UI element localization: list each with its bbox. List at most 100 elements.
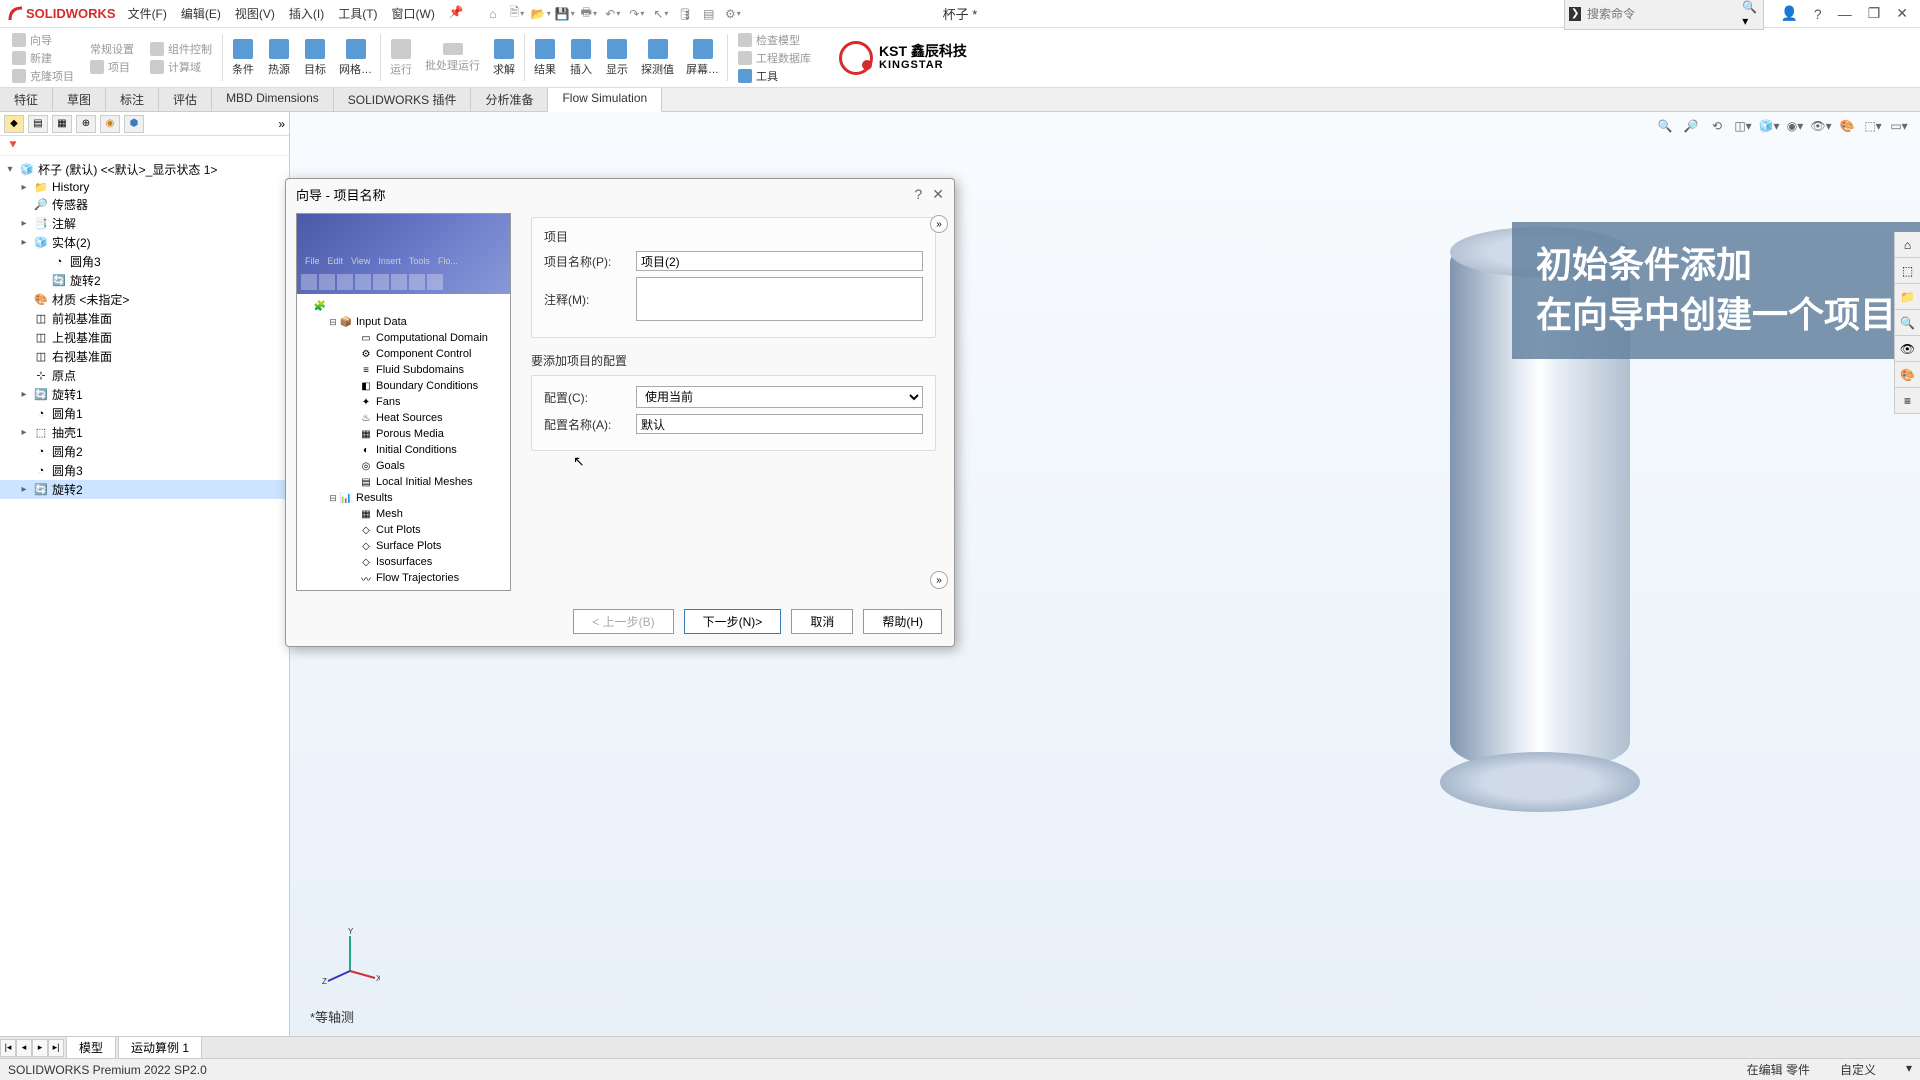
menu-tools[interactable]: 工具(T) — [338, 5, 377, 22]
menu-insert[interactable]: 插入(I) — [289, 5, 324, 22]
undo-icon[interactable]: ↶▾ — [604, 5, 622, 23]
comment-input[interactable] — [636, 277, 923, 321]
insert-button[interactable]: 插入 — [563, 30, 599, 85]
status-custom[interactable]: 自定义 — [1840, 1061, 1876, 1078]
tree-node[interactable]: ◔圆角1 — [0, 404, 289, 423]
heat-source-button[interactable]: 热源 — [261, 30, 297, 85]
tab-motion-study[interactable]: 运动算例 1 — [118, 1036, 202, 1059]
taskpane-resources-icon[interactable]: ⬚ — [1895, 258, 1920, 284]
tree-node[interactable]: ▸🧊实体(2) — [0, 233, 289, 252]
wizard-tree-node[interactable]: ✦Fans — [299, 394, 508, 410]
tree-node[interactable]: ◔圆角2 — [0, 442, 289, 461]
search-icon[interactable]: 🔍▾ — [1742, 0, 1759, 28]
form-expand-top-icon[interactable]: » — [930, 215, 948, 233]
wizard-tree-node[interactable]: ⚙Component Control — [299, 346, 508, 362]
menu-window[interactable]: 窗口(W) — [392, 5, 435, 22]
wizard-tree-node[interactable]: ♨Heat Sources — [299, 410, 508, 426]
taskpane-appearance-icon[interactable]: 🎨 — [1895, 362, 1920, 388]
wizard-tree-node[interactable]: ◎Goals — [299, 458, 508, 474]
taskpane-home-icon[interactable]: ⌂ — [1895, 232, 1920, 258]
tab-first-icon[interactable]: |◂ — [0, 1039, 16, 1057]
settings-icon[interactable]: ⚙▾ — [724, 5, 742, 23]
home-icon[interactable]: ⌂ — [484, 5, 502, 23]
prev-view-icon[interactable]: ⟲ — [1706, 116, 1728, 136]
tab-model[interactable]: 模型 — [66, 1036, 116, 1059]
menu-view[interactable]: 视图(V) — [235, 5, 275, 22]
restore-icon[interactable]: ❐ — [1864, 3, 1885, 24]
minimize-icon[interactable]: — — [1834, 4, 1856, 24]
select-icon[interactable]: ↖▾ — [652, 5, 670, 23]
tree-node[interactable]: ◫上视基准面 — [0, 328, 289, 347]
wizard-tree-node[interactable]: ⊟📊Results — [299, 490, 508, 506]
zoom-fit-icon[interactable]: 🔍 — [1654, 116, 1676, 136]
tree-node[interactable]: ▸🔄旋转2 — [0, 480, 289, 499]
tree-node[interactable]: ◔圆角3 — [0, 461, 289, 480]
tree-node[interactable]: ◔圆角3 — [0, 252, 289, 271]
zoom-area-icon[interactable]: 🔎 — [1680, 116, 1702, 136]
tree-node[interactable]: ▸📑注解 — [0, 214, 289, 233]
tree-filter-row[interactable]: 🔻 — [0, 136, 289, 156]
display-button[interactable]: 显示 — [599, 30, 635, 85]
display-style-icon[interactable]: ◉▾ — [1784, 116, 1806, 136]
tree-crosshair-icon[interactable]: ⊕ — [76, 115, 96, 133]
tree-root[interactable]: ▾🧊杯子 (默认) <<默认>_显示状态 1> — [0, 160, 289, 179]
dialog-titlebar[interactable]: 向导 - 项目名称 ? ✕ — [286, 179, 954, 209]
tree-node[interactable]: ▸🔄旋转1 — [0, 385, 289, 404]
user-icon[interactable]: 👤 — [1776, 3, 1801, 24]
command-search[interactable]: ❯ 🔍▾ — [1564, 0, 1764, 30]
config-name-input[interactable] — [636, 414, 923, 434]
project-name-input[interactable] — [636, 251, 923, 271]
new-icon[interactable]: 🗎▾ — [508, 5, 526, 23]
tab-last-icon[interactable]: ▸| — [48, 1039, 64, 1057]
view-orient-icon[interactable]: 🧊▾ — [1758, 116, 1780, 136]
hide-show-icon[interactable]: 👁▾ — [1810, 116, 1832, 136]
tab-prev-icon[interactable]: ◂ — [16, 1039, 32, 1057]
config-select[interactable]: 使用当前 — [636, 386, 923, 408]
viewport-split-icon[interactable]: ▭▾ — [1888, 116, 1910, 136]
menu-edit[interactable]: 编辑(E) — [181, 5, 221, 22]
tree-filter-icon[interactable]: ◆ — [4, 115, 24, 133]
wizard-tree-node[interactable]: ≡Fluid Subdomains — [299, 362, 508, 378]
menu-file[interactable]: 文件(F) — [128, 5, 167, 22]
tab-flow-simulation[interactable]: Flow Simulation — [548, 88, 662, 112]
probe-button[interactable]: 探测值 — [635, 30, 680, 85]
tree-node[interactable]: ▸⬚抽壳1 — [0, 423, 289, 442]
search-input[interactable] — [1585, 5, 1742, 23]
wizard-tree-node[interactable]: ◇Cut Plots — [299, 522, 508, 538]
taskpane-view-icon[interactable]: 👁 — [1895, 336, 1920, 362]
open-icon[interactable]: 📂▾ — [532, 5, 550, 23]
tab-analysis-prep[interactable]: 分析准备 — [471, 88, 548, 111]
wizard-tree-node[interactable]: ◧Boundary Conditions — [299, 378, 508, 394]
dialog-close-icon[interactable]: ✕ — [932, 186, 944, 203]
wizard-tree-node[interactable]: ▤Local Initial Meshes — [299, 474, 508, 490]
taskpane-library-icon[interactable]: 📁 — [1895, 284, 1920, 310]
tab-next-icon[interactable]: ▸ — [32, 1039, 48, 1057]
wizard-tree-node[interactable]: ◇Surface Plots — [299, 538, 508, 554]
goals-button[interactable]: 目标 — [297, 30, 333, 85]
wizard-tree-node[interactable]: ▦Porous Media — [299, 426, 508, 442]
tree-flow-icon[interactable]: ⬢ — [124, 115, 144, 133]
tree-node[interactable]: ◫前视基准面 — [0, 309, 289, 328]
section-icon[interactable]: ◫▾ — [1732, 116, 1754, 136]
tab-annotate[interactable]: 标注 — [106, 88, 159, 111]
tree-node[interactable]: ⊹原点 — [0, 366, 289, 385]
wizard-tree-node[interactable]: 〰Flow Trajectories — [299, 570, 508, 586]
help-button[interactable]: 帮助(H) — [863, 609, 942, 634]
tree-node[interactable]: 🔎传感器 — [0, 195, 289, 214]
tools-button[interactable]: 工具 — [738, 67, 811, 85]
redo-icon[interactable]: ↷▾ — [628, 5, 646, 23]
appearance-icon[interactable]: 🎨 — [1836, 116, 1858, 136]
wizard-tree-node[interactable]: ▦Mesh — [299, 506, 508, 522]
orientation-triad[interactable]: Y X Z — [320, 926, 380, 986]
save-icon[interactable]: 💾▾ — [556, 5, 574, 23]
rebuild-icon[interactable]: 🛢 — [676, 5, 694, 23]
tree-node[interactable]: 🔄旋转2 — [0, 271, 289, 290]
options-icon[interactable]: ▤ — [700, 5, 718, 23]
tab-mbd[interactable]: MBD Dimensions — [212, 88, 334, 111]
tree-node[interactable]: ▸📁History — [0, 179, 289, 195]
tree-appearance-icon[interactable]: ◉ — [100, 115, 120, 133]
form-expand-bottom-icon[interactable]: » — [930, 571, 948, 589]
mesh-button[interactable]: 网格… — [333, 30, 378, 85]
close-icon[interactable]: ✕ — [1892, 3, 1912, 24]
status-dropdown-icon[interactable]: ▾ — [1906, 1061, 1912, 1078]
